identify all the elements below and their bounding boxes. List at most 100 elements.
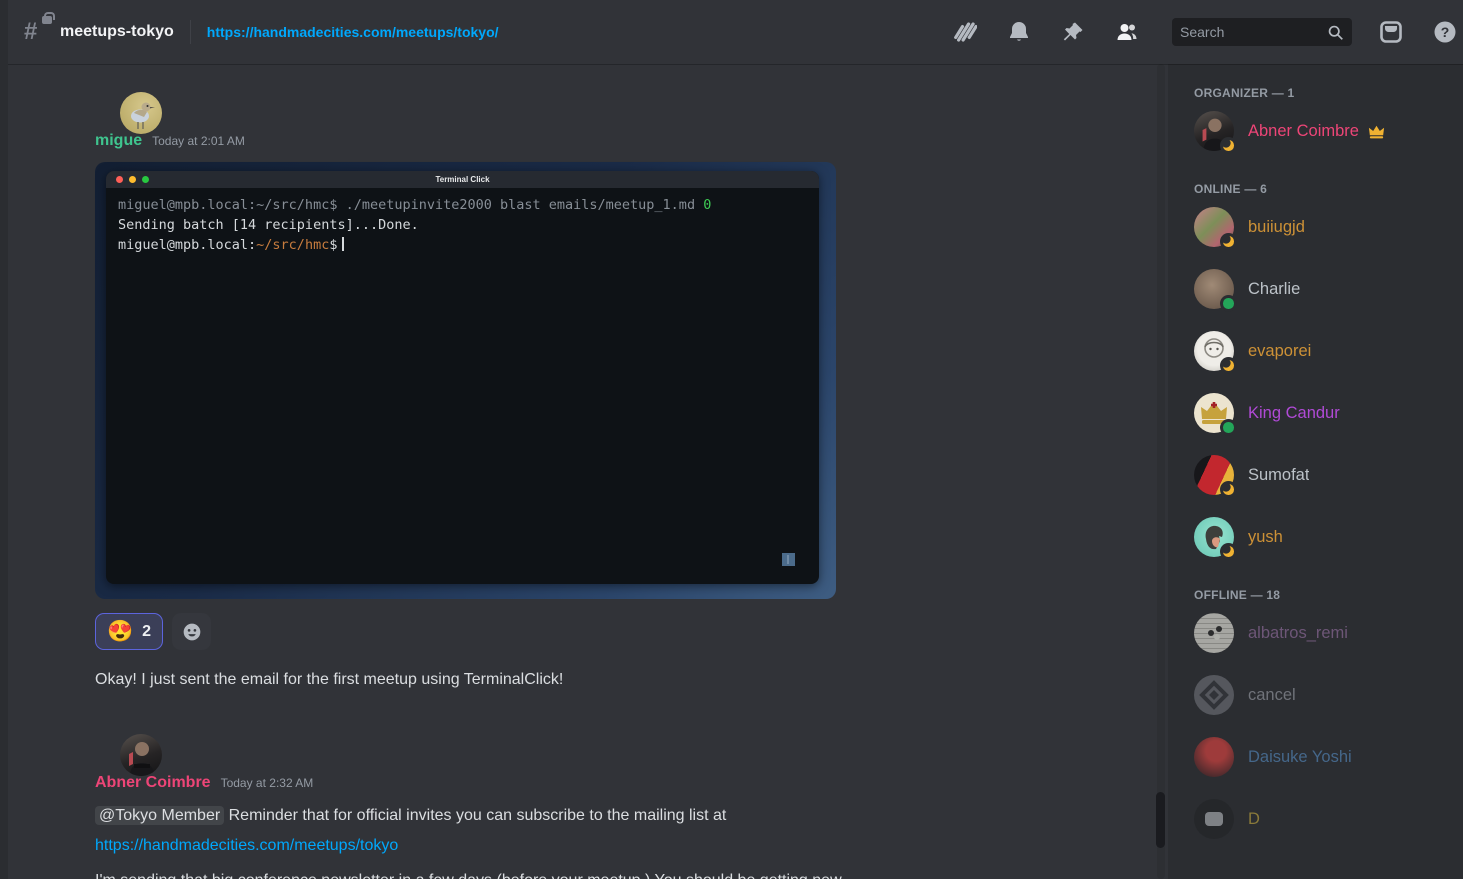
reaction-count: 2 — [142, 623, 151, 641]
message-timestamp: Today at 2:32 AM — [221, 776, 314, 790]
avatar-abner[interactable] — [120, 734, 162, 776]
heart-eyes-emoji: 😍 — [107, 621, 133, 642]
reaction-heart-eyes[interactable]: 😍 2 — [95, 613, 163, 650]
member-row-yush[interactable]: yush — [1184, 516, 1455, 558]
section-label-organizer: ORGANIZER — 1 — [1184, 86, 1455, 100]
terminal-window: Terminal Click miguel@mpb.local:~/src/hm… — [106, 171, 819, 584]
terminal-line2: Sending batch [14 recipients]...Done. — [118, 217, 419, 233]
avatar-daisuke-yoshi — [1194, 737, 1234, 777]
message-text: I'm sending that big conference newslett… — [95, 866, 1168, 879]
message-header: Abner Coimbre Today at 2:32 AM — [95, 774, 1168, 796]
section-label-offline: OFFLINE — 18 — [1184, 588, 1455, 602]
member-name: Sumofat — [1248, 466, 1309, 485]
member-row-king-candur[interactable]: King Candur — [1184, 392, 1455, 434]
member-name: King Candur — [1248, 404, 1340, 423]
header-toolbar: Search ? — [938, 18, 1449, 46]
member-name: buiiugjd — [1248, 218, 1305, 237]
avatar-cancel — [1194, 675, 1234, 715]
author-name-abner[interactable]: Abner Coimbre — [95, 774, 211, 792]
author-name-migue[interactable]: migue — [95, 132, 142, 150]
server-owner-crown-icon — [1367, 122, 1386, 141]
avatar-partial-member — [1194, 799, 1234, 839]
member-row-sumofat[interactable]: Sumofat — [1184, 454, 1455, 496]
message-line-2: https://handmadecities.com/meetups/tokyo — [95, 831, 1168, 861]
status-badge-idle — [1220, 357, 1237, 374]
avatar-migue[interactable] — [120, 92, 162, 134]
left-edge-strip — [0, 0, 8, 879]
terminal-output: miguel@mpb.local:~/src/hmc$ ./meetupinvi… — [106, 188, 819, 262]
member-list-toggle-icon[interactable] — [1115, 20, 1139, 44]
reactions-row: 😍 2 — [95, 613, 1168, 650]
channel-header: # meetups-tokyo https://handmadecities.c… — [0, 0, 1463, 64]
mailing-list-link[interactable]: https://handmadecities.com/meetups/tokyo — [95, 837, 398, 854]
message-text: Reminder that for official invites you c… — [224, 807, 726, 824]
member-row-daisuke-yoshi[interactable]: Daisuke Yoshi — [1184, 736, 1455, 778]
search-placeholder: Search — [1180, 24, 1327, 40]
terminal-cursor — [342, 237, 344, 251]
member-name: D — [1248, 810, 1260, 829]
main-body: migue Today at 2:01 AM Terminal Click mi… — [0, 64, 1463, 879]
header-divider — [190, 20, 191, 44]
message-group-abner: Abner Coimbre Today at 2:32 AM @Tokyo Me… — [0, 732, 1168, 879]
message-paragraph-2: I'm sending that big conference newslett… — [95, 866, 1168, 879]
status-badge-online — [1220, 295, 1237, 312]
terminal-exit-status: 0 — [703, 197, 711, 213]
member-row-charlie[interactable]: Charlie — [1184, 268, 1455, 310]
terminal-prompt-user: miguel@mpb.local: — [118, 237, 256, 253]
search-input[interactable]: Search — [1172, 18, 1352, 46]
channel-name: meetups-tokyo — [60, 23, 174, 41]
locked-channel-hash-icon: # — [24, 19, 50, 45]
member-row-partial[interactable]: D — [1184, 798, 1455, 840]
channel-topic-link[interactable]: https://handmadecities.com/meetups/tokyo… — [207, 24, 499, 40]
lock-icon — [42, 16, 52, 24]
help-icon[interactable]: ? — [1433, 20, 1457, 44]
message-group-migue: migue Today at 2:01 AM Terminal Click mi… — [0, 90, 1168, 650]
member-name: yush — [1248, 528, 1283, 547]
member-name: Charlie — [1248, 280, 1300, 299]
chat-area: migue Today at 2:01 AM Terminal Click mi… — [0, 64, 1168, 879]
message-text: Okay! I just sent the email for the firs… — [95, 669, 1168, 691]
member-name: Abner Coimbre — [1248, 122, 1359, 141]
avatar-albatros-remi — [1194, 613, 1234, 653]
discord-app: # meetups-tokyo https://handmadecities.c… — [0, 0, 1463, 879]
member-row-abner[interactable]: Abner Coimbre — [1184, 110, 1455, 152]
smiley-add-icon — [182, 622, 202, 642]
message-line-1: @Tokyo Member Reminder that for official… — [95, 801, 1168, 831]
role-mention-tokyo-member[interactable]: @Tokyo Member — [95, 806, 224, 825]
status-badge-idle — [1220, 233, 1237, 250]
message-header: migue Today at 2:01 AM — [95, 132, 1168, 154]
member-row-evaporei[interactable]: evaporei — [1184, 330, 1455, 372]
terminal-line1: miguel@mpb.local:~/src/hmc$ ./meetupinvi… — [118, 197, 703, 213]
threads-icon[interactable] — [953, 20, 977, 44]
terminal-screenshot-attachment[interactable]: Terminal Click miguel@mpb.local:~/src/hm… — [95, 162, 836, 599]
notification-settings-icon[interactable] — [1007, 20, 1031, 44]
bird-avatar-art — [120, 92, 162, 134]
member-name: Daisuke Yoshi — [1248, 748, 1352, 767]
member-list: ORGANIZER — 1 Abner Coimbre — [1168, 64, 1463, 879]
chat-scrollbar-track — [1157, 64, 1165, 879]
message-followup-migue: Okay! I just sent the email for the firs… — [0, 669, 1168, 691]
status-badge-idle — [1220, 137, 1237, 154]
member-row-albatros-remi[interactable]: albatros_remi — [1184, 612, 1455, 654]
member-row-buiiugjd[interactable]: buiiugjd — [1184, 206, 1455, 248]
add-reaction-button[interactable] — [172, 613, 211, 650]
status-badge-idle — [1220, 543, 1237, 560]
member-name: cancel — [1248, 686, 1296, 705]
chat-scrollbar-thumb[interactable] — [1156, 792, 1165, 848]
pinned-messages-icon[interactable] — [1061, 20, 1085, 44]
selfie-avatar-art — [120, 734, 162, 776]
terminal-title: Terminal Click — [106, 175, 819, 184]
member-name: albatros_remi — [1248, 624, 1348, 643]
member-name: evaporei — [1248, 342, 1311, 361]
status-badge-online — [1220, 419, 1237, 436]
section-label-online: ONLINE — 6 — [1184, 182, 1455, 196]
message-timestamp: Today at 2:01 AM — [152, 134, 245, 148]
inbox-icon[interactable] — [1379, 20, 1403, 44]
member-row-cancel[interactable]: cancel — [1184, 674, 1455, 716]
terminal-prompt-path: ~/src/hmc — [256, 237, 329, 253]
terminal-prompt-dollar: $ — [329, 237, 337, 253]
terminal-titlebar: Terminal Click — [106, 171, 819, 188]
svg-text:?: ? — [1441, 24, 1450, 40]
terminal-resize-handle — [782, 553, 795, 566]
status-badge-idle — [1220, 481, 1237, 498]
